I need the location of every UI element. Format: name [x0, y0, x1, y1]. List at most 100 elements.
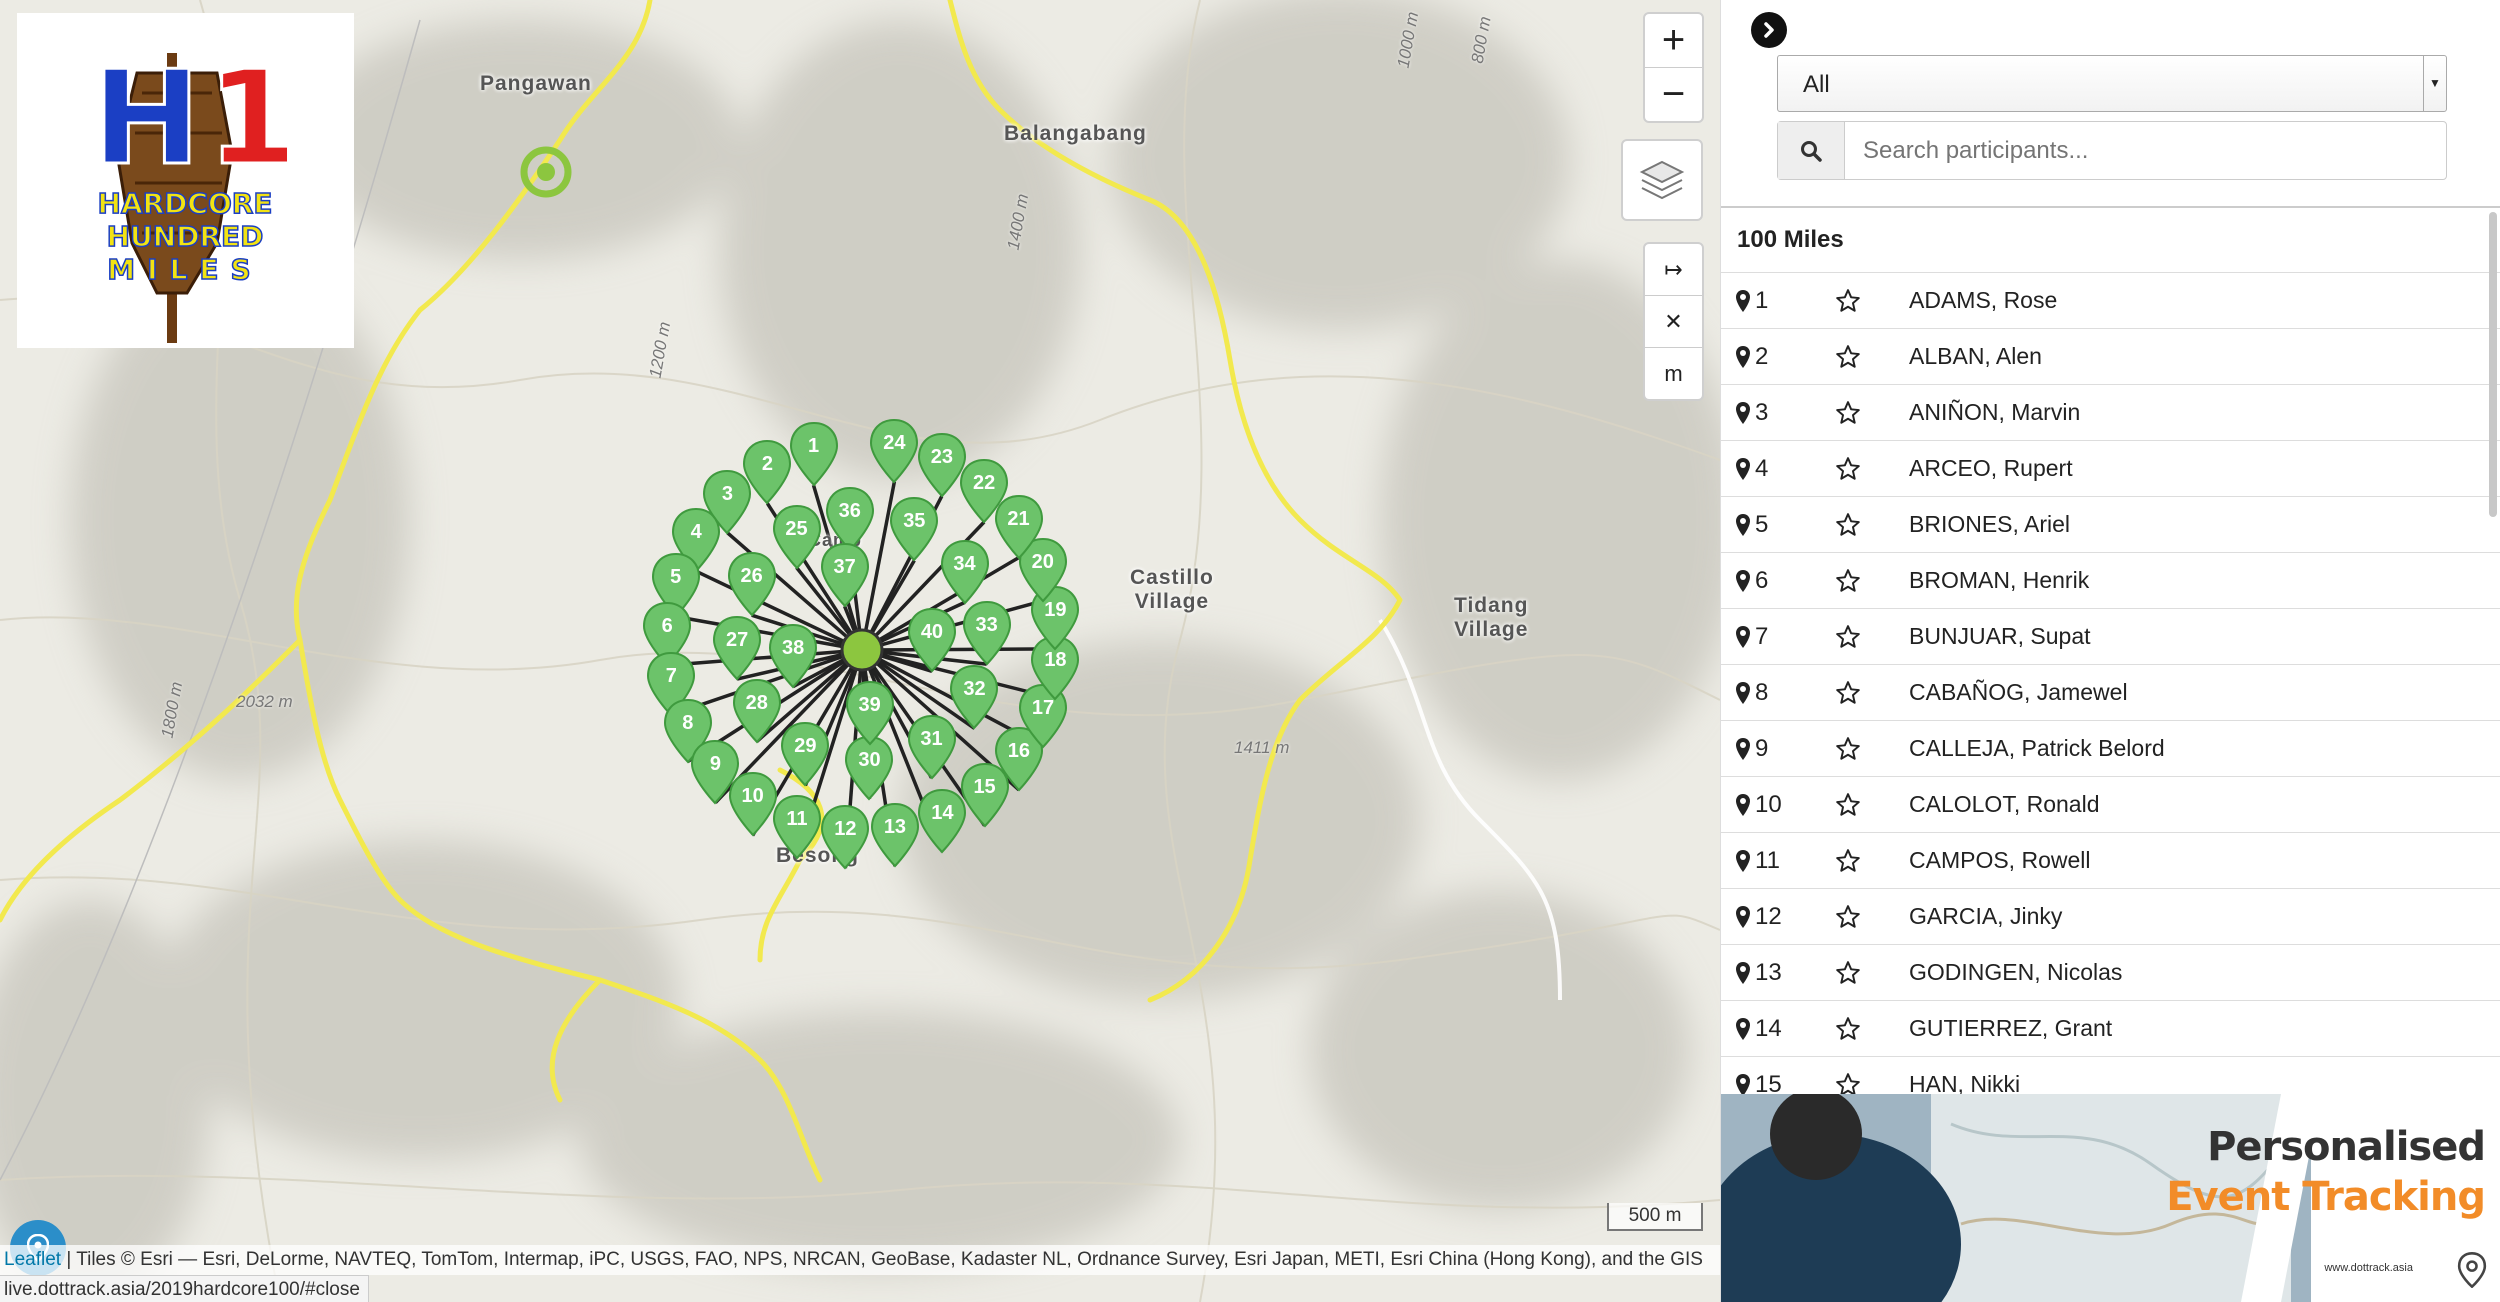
map-marker-icon[interactable]: [1735, 625, 1755, 649]
clear-button[interactable]: ✕: [1645, 296, 1702, 348]
marker-label: 28: [745, 691, 768, 714]
participant-name: ALBAN, Alen: [1909, 343, 2042, 369]
map-marker-icon[interactable]: [1735, 457, 1755, 481]
participant-row[interactable]: 9 CALLEJA, Patrick Belord: [1721, 721, 2500, 777]
measure-distance-button[interactable]: ↦: [1645, 244, 1702, 296]
participant-marker[interactable]: 23: [916, 432, 968, 498]
map-marker-icon[interactable]: [1735, 1017, 1755, 1041]
participant-row[interactable]: 11 CAMPOS, Rowell: [1721, 833, 2500, 889]
participant-row[interactable]: 4 ARCEO, Rupert: [1721, 441, 2500, 497]
participant-row[interactable]: 15 HAN, Nikki: [1721, 1057, 2500, 1096]
participant-row[interactable]: 14 GUTIERREZ, Grant: [1721, 1001, 2500, 1057]
star-icon[interactable]: [1835, 848, 1909, 874]
bib-number: 2: [1755, 342, 1769, 370]
map-view[interactable]: Pangawan Balangabang Castillo Village Ti…: [0, 0, 1720, 1302]
participant-marker[interactable]: 26: [726, 551, 778, 617]
participant-marker[interactable]: 27: [711, 615, 763, 681]
participant-marker[interactable]: 11: [771, 794, 823, 860]
participant-marker[interactable]: 13: [869, 802, 921, 868]
participant-marker[interactable]: 37: [819, 542, 871, 608]
banner-subtitle: Event Tracking: [2166, 1174, 2486, 1220]
participant-name: ADAMS, Rose: [1909, 287, 2058, 313]
participant-row[interactable]: 5 BRIONES, Ariel: [1721, 497, 2500, 553]
collapse-panel-button[interactable]: [1751, 12, 1787, 48]
participant-row[interactable]: 12 GARCIA, Jinky: [1721, 889, 2500, 945]
participant-row[interactable]: 7 BUNJUAR, Supat: [1721, 609, 2500, 665]
map-tools: ↦ ✕ m: [1643, 242, 1704, 401]
participant-marker[interactable]: 34: [939, 539, 991, 605]
map-marker-icon[interactable]: [1735, 345, 1755, 369]
participant-marker[interactable]: 25: [771, 504, 823, 570]
star-icon[interactable]: [1835, 512, 1909, 538]
star-icon[interactable]: [1835, 792, 1909, 818]
map-marker-icon[interactable]: [1735, 961, 1755, 985]
star-icon[interactable]: [1835, 1016, 1909, 1042]
participant-marker[interactable]: 12: [819, 804, 871, 870]
star-icon[interactable]: [1835, 568, 1909, 594]
star-icon[interactable]: [1835, 680, 1909, 706]
star-icon[interactable]: [1835, 960, 1909, 986]
map-marker-icon[interactable]: [1735, 793, 1755, 817]
participant-marker[interactable]: 38: [767, 623, 819, 689]
search-input[interactable]: [1845, 122, 2446, 179]
map-marker-icon[interactable]: [1735, 681, 1755, 705]
list-scrollbar[interactable]: [2489, 212, 2497, 517]
search-icon: [1778, 122, 1845, 179]
star-icon[interactable]: [1835, 624, 1909, 650]
map-marker-icon[interactable]: [1735, 289, 1755, 313]
bib-number: 10: [1755, 790, 1782, 818]
star-icon[interactable]: [1835, 344, 1909, 370]
star-icon[interactable]: [1835, 456, 1909, 482]
marker-label: 25: [785, 517, 808, 540]
star-icon[interactable]: [1835, 400, 1909, 426]
participant-row[interactable]: 3 ANIÑON, Marvin: [1721, 385, 2500, 441]
star-icon[interactable]: [1835, 736, 1909, 762]
participant-marker[interactable]: 24: [868, 418, 920, 484]
participant-row[interactable]: 13 GODINGEN, Nicolas: [1721, 945, 2500, 1001]
banner-title: Personalised: [2207, 1124, 2486, 1170]
participant-marker[interactable]: 32: [948, 664, 1000, 730]
participant-marker[interactable]: 1: [788, 421, 840, 487]
participant-name: BROMAN, Henrik: [1909, 567, 2090, 593]
map-marker-icon[interactable]: [1735, 513, 1755, 537]
participant-name: ANIÑON, Marvin: [1909, 399, 2081, 425]
marker-label: 27: [725, 629, 749, 652]
map-marker-icon[interactable]: [1735, 905, 1755, 929]
map-marker-icon[interactable]: [1735, 849, 1755, 873]
participant-marker[interactable]: 35: [888, 496, 940, 562]
participant-row[interactable]: 6 BROMAN, Henrik: [1721, 553, 2500, 609]
marker-label: 35: [903, 510, 926, 533]
marker-label: 6: [661, 615, 673, 638]
participant-marker[interactable]: 29: [779, 721, 831, 787]
participant-row[interactable]: 8 CABAÑOG, Jamewel: [1721, 665, 2500, 721]
participant-row[interactable]: 10 CALOLOT, Ronald: [1721, 777, 2500, 833]
bib-number: 3: [1755, 398, 1769, 426]
star-icon[interactable]: [1835, 904, 1909, 930]
participants-panel: All ▼ 100 Miles 1 ADAMS, Rose 2 ALBAN, Alen…: [1720, 0, 2500, 1302]
marker-label: 32: [963, 678, 986, 701]
map-marker-icon[interactable]: [1735, 569, 1755, 593]
star-icon[interactable]: [1835, 288, 1909, 314]
logo-letter-h: H: [92, 42, 201, 194]
leaflet-link[interactable]: Leaflet: [4, 1249, 61, 1270]
layers-button[interactable]: [1621, 139, 1703, 221]
participant-row[interactable]: 1 ADAMS, Rose: [1721, 273, 2500, 329]
units-button[interactable]: m: [1645, 348, 1702, 399]
zoom-in-button[interactable]: +: [1645, 14, 1702, 68]
promo-banner[interactable]: Personalised Event Tracking www.dottrack…: [1721, 1094, 2500, 1302]
map-marker-icon[interactable]: [1735, 737, 1755, 761]
star-icon[interactable]: [1835, 1072, 1909, 1097]
marker-label: 23: [930, 446, 953, 469]
participant-marker[interactable]: 39: [844, 680, 896, 746]
category-select[interactable]: All ▼: [1777, 55, 2447, 112]
map-marker-icon[interactable]: [1735, 1073, 1755, 1097]
participant-row[interactable]: 2 ALBAN, Alen: [1721, 329, 2500, 385]
logo-digit-one: 1: [207, 42, 297, 194]
marker-label: 5: [670, 566, 682, 589]
participant-marker[interactable]: 33: [961, 600, 1013, 666]
marker-label: 33: [975, 614, 998, 637]
zoom-out-button[interactable]: −: [1645, 68, 1702, 121]
participant-marker[interactable]: 40: [906, 607, 958, 673]
marker-label: 37: [833, 556, 856, 579]
map-marker-icon[interactable]: [1735, 401, 1755, 425]
